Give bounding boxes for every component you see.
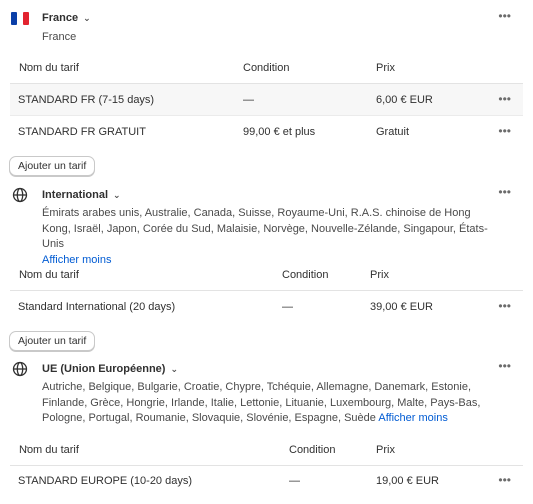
zone-header: International ⌄	[10, 185, 121, 205]
chevron-down-icon: ⌄	[113, 189, 121, 200]
globe-icon	[10, 359, 30, 379]
rate-condition: —	[289, 475, 300, 487]
rate-condition: —	[243, 94, 254, 106]
table-row[interactable]: STANDARD EUROPE (10-20 days) — 19,00 € E…	[10, 465, 523, 497]
zone-more-actions-button[interactable]: •••	[498, 360, 511, 372]
zone-header: UE (Union Européenne) ⌄	[10, 359, 178, 379]
rate-name: Standard International (20 days)	[18, 301, 176, 313]
sort-icon: ⌃	[23, 270, 31, 280]
globe-icon	[10, 185, 30, 205]
table-row[interactable]: STANDARD FR (7-15 days) — 6,00 € EUR •••	[10, 84, 523, 116]
add-rate-button[interactable]: Ajouter un tarif	[9, 156, 96, 176]
column-header-price: Prix	[376, 444, 395, 456]
rate-name: STANDARD FR GRATUIT	[18, 126, 146, 138]
zone-countries: Autriche, Belgique, Bulgarie, Croatie, C…	[42, 381, 481, 424]
rate-price: 19,00 € EUR	[376, 475, 439, 487]
rate-condition: 99,00 € et plus	[243, 126, 316, 138]
row-more-actions-button[interactable]: •••	[498, 465, 511, 495]
rate-name: STANDARD EUROPE (10-20 days)	[18, 475, 193, 487]
zone-more-actions-button[interactable]: •••	[498, 10, 511, 22]
table-row[interactable]: Standard International (20 days) — 39,00…	[10, 291, 523, 323]
rate-price: Gratuit	[376, 126, 410, 138]
table-row[interactable]: STANDARD FR GRATUIT 99,00 € et plus Grat…	[10, 116, 523, 148]
row-more-actions-button[interactable]: •••	[498, 291, 511, 321]
column-header-condition: Condition	[282, 269, 329, 281]
rate-name: STANDARD FR (7-15 days)	[18, 94, 155, 106]
chevron-down-icon: ⌄	[83, 12, 91, 23]
zone-title-dropdown[interactable]: France ⌄	[42, 12, 91, 24]
zone-title-dropdown[interactable]: International ⌄	[42, 189, 121, 201]
column-header-condition: Condition	[243, 62, 290, 74]
rate-condition: —	[282, 301, 293, 313]
rate-price: 6,00 € EUR	[376, 94, 433, 106]
france-flag-icon	[10, 8, 30, 28]
column-header-condition: Condition	[289, 444, 336, 456]
rates-table-header: Nom du tarif ⌃ Condition Prix	[10, 259, 523, 291]
row-more-actions-button[interactable]: •••	[498, 84, 511, 114]
column-header-price: Prix	[370, 269, 389, 281]
row-more-actions-button[interactable]: •••	[498, 116, 511, 146]
zone-header: France ⌄	[10, 8, 91, 28]
zone-more-actions-button[interactable]: •••	[498, 186, 511, 198]
chevron-down-icon: ⌄	[170, 363, 178, 374]
rate-price: 39,00 € EUR	[370, 301, 433, 313]
rates-table-header: Nom du tarif ⌃ Condition Prix	[10, 52, 523, 84]
column-header-price: Prix	[376, 62, 395, 74]
rates-table-header: Nom du tarif ⌃ Condition Prix	[10, 434, 523, 466]
zone-title-dropdown[interactable]: UE (Union Européenne) ⌄	[42, 363, 178, 375]
sort-icon: ⌃	[23, 445, 31, 455]
zone-countries: France	[42, 31, 77, 43]
add-rate-button[interactable]: Ajouter un tarif	[9, 331, 96, 351]
sort-icon: ⌃	[23, 63, 31, 73]
show-less-link[interactable]: Afficher moins	[378, 412, 448, 424]
